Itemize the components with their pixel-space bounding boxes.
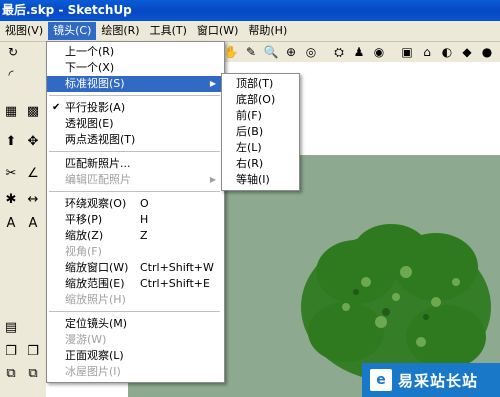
menu-item-zoom-photo: 缩放照片(H) (65, 293, 126, 306)
title-bar: 最后.skp - SketchUp (0, 0, 500, 21)
site-name: 易采站长站 (398, 371, 479, 390)
zoom-extents-icon[interactable]: ◎ (302, 43, 320, 61)
menu-view[interactable]: 视图(V) (0, 22, 48, 40)
box-icon[interactable]: ▩ (24, 102, 42, 120)
tape-icon[interactable]: ✂ (2, 164, 20, 182)
menu-help[interactable]: 帮助(H) (243, 22, 292, 40)
dimension-icon[interactable]: ↔ (24, 190, 42, 208)
menu-item-standard-views[interactable]: 标准视图(S) ▶ (47, 76, 222, 92)
paste-icon[interactable]: ❐ (24, 342, 42, 360)
orbit-icon[interactable]: ↻ (4, 43, 22, 61)
menu-item-pan[interactable]: 平移(P) H (47, 212, 222, 228)
component-icon[interactable]: ▣ (398, 43, 416, 61)
zoom-window-icon[interactable]: ⊕ (282, 43, 300, 61)
zoom-icon[interactable]: 🔍 (262, 43, 280, 61)
shadow-icon[interactable]: ◐ (438, 43, 456, 61)
menu-item-igloo-image: 冰屋图片(I) (65, 365, 121, 378)
submenu-item-bottom[interactable]: 底部(O) (222, 92, 297, 108)
render-icon[interactable]: ● (478, 43, 496, 61)
standard-views-submenu: 顶部(T) 底部(O) 前(F) 后(B) 左(L) 右(R) 等轴(I) (221, 73, 300, 191)
menu-draw[interactable]: 绘图(R) (96, 22, 144, 40)
camera-menu-dropdown: 上一个(R) 下一个(X) 标准视图(S) ▶ ✔ 平行投影(A) 透视图(E) 两… (46, 41, 225, 383)
position-camera-icon[interactable]: ⛭ (330, 43, 348, 61)
menu-item-zoom[interactable]: 缩放(Z) Z (47, 228, 222, 244)
ungroup-icon[interactable]: ⧉ (24, 364, 42, 382)
menu-separator (49, 95, 220, 96)
menu-window[interactable]: 窗口(W) (192, 22, 243, 40)
group-icon[interactable]: ⧉ (2, 364, 20, 382)
layers-icon[interactable]: ▤ (2, 318, 20, 336)
menu-camera[interactable]: 镜头(C) (48, 22, 97, 40)
menu-item-match-new-photo[interactable]: 匹配新照片... (47, 156, 222, 172)
model-info-icon[interactable]: ⌂ (418, 43, 436, 61)
menu-item-walk: 漫游(W) (65, 333, 107, 346)
copy-icon[interactable]: ❐ (2, 342, 20, 360)
menu-item-zoom-extents[interactable]: 缩放范围(E) Ctrl+Shift+E (47, 276, 222, 292)
site-logo-icon: e (370, 369, 392, 391)
menu-separator (49, 191, 220, 192)
material-icon[interactable]: ▦ (2, 102, 20, 120)
menu-item-position-camera[interactable]: 定位镜头(M) (47, 316, 222, 332)
menu-separator (49, 151, 220, 152)
menu-item-previous[interactable]: 上一个(R) (47, 44, 222, 60)
menu-item-parallel-projection[interactable]: ✔ 平行投影(A) (47, 100, 222, 116)
protractor-icon[interactable]: ∠ (24, 164, 42, 182)
move-icon[interactable]: ✥ (24, 132, 42, 150)
submenu-item-right[interactable]: 右(R) (222, 156, 297, 172)
3d-text-icon[interactable]: A (24, 214, 42, 232)
window-title: 最后.skp - SketchUp (2, 3, 132, 17)
arc-icon[interactable]: ◜ (2, 66, 20, 84)
submenu-arrow-icon: ▶ (209, 175, 216, 184)
menu-item-edit-matched-photo: 编辑匹配照片 ▶ (65, 173, 216, 186)
paint-icon[interactable]: ✎ (242, 43, 260, 61)
submenu-item-iso[interactable]: 等轴(I) (222, 172, 297, 188)
text-icon[interactable]: A (2, 214, 20, 232)
menu-item-next[interactable]: 下一个(X) (47, 60, 222, 76)
submenu-item-front[interactable]: 前(F) (222, 108, 297, 124)
menu-item-orbit[interactable]: 环绕观察(O) O (47, 196, 222, 212)
menu-item-zoom-window[interactable]: 缩放窗口(W) Ctrl+Shift+W (47, 260, 222, 276)
submenu-arrow-icon: ▶ (209, 79, 216, 88)
left-tool-panel: ◜ ▦ ▩ ⬆ ✥ ✂ ∠ ✱ ↔ A A ▤ ❐ ❐ ⧉ ⧉ (0, 62, 46, 397)
submenu-item-back[interactable]: 后(B) (222, 124, 297, 140)
walk-icon[interactable]: ♟ (350, 43, 368, 61)
push-pull-icon[interactable]: ⬆ (2, 132, 20, 150)
axes-icon[interactable]: ✱ (2, 190, 20, 208)
look-around-icon[interactable]: ◉ (370, 43, 388, 61)
site-watermark: e 易采站长站 (362, 363, 500, 397)
menu-bar: 视图(V) 镜头(C) 绘图(R) 工具(T) 窗口(W) 帮助(H) (0, 21, 500, 42)
section-icon[interactable]: ◆ (458, 43, 476, 61)
checkmark-icon: ✔ (52, 102, 61, 113)
menu-item-two-point-perspective[interactable]: 两点透视图(T) (47, 132, 222, 148)
menu-item-perspective[interactable]: 透视图(E) (47, 116, 222, 132)
menu-separator (49, 311, 220, 312)
submenu-item-top[interactable]: 顶部(T) (222, 76, 297, 92)
menu-item-look-around[interactable]: 正面观察(L) (47, 348, 222, 364)
submenu-item-left[interactable]: 左(L) (222, 140, 297, 156)
menu-tools[interactable]: 工具(T) (145, 22, 192, 40)
menu-item-field-of-view: 视角(F) (65, 245, 102, 258)
